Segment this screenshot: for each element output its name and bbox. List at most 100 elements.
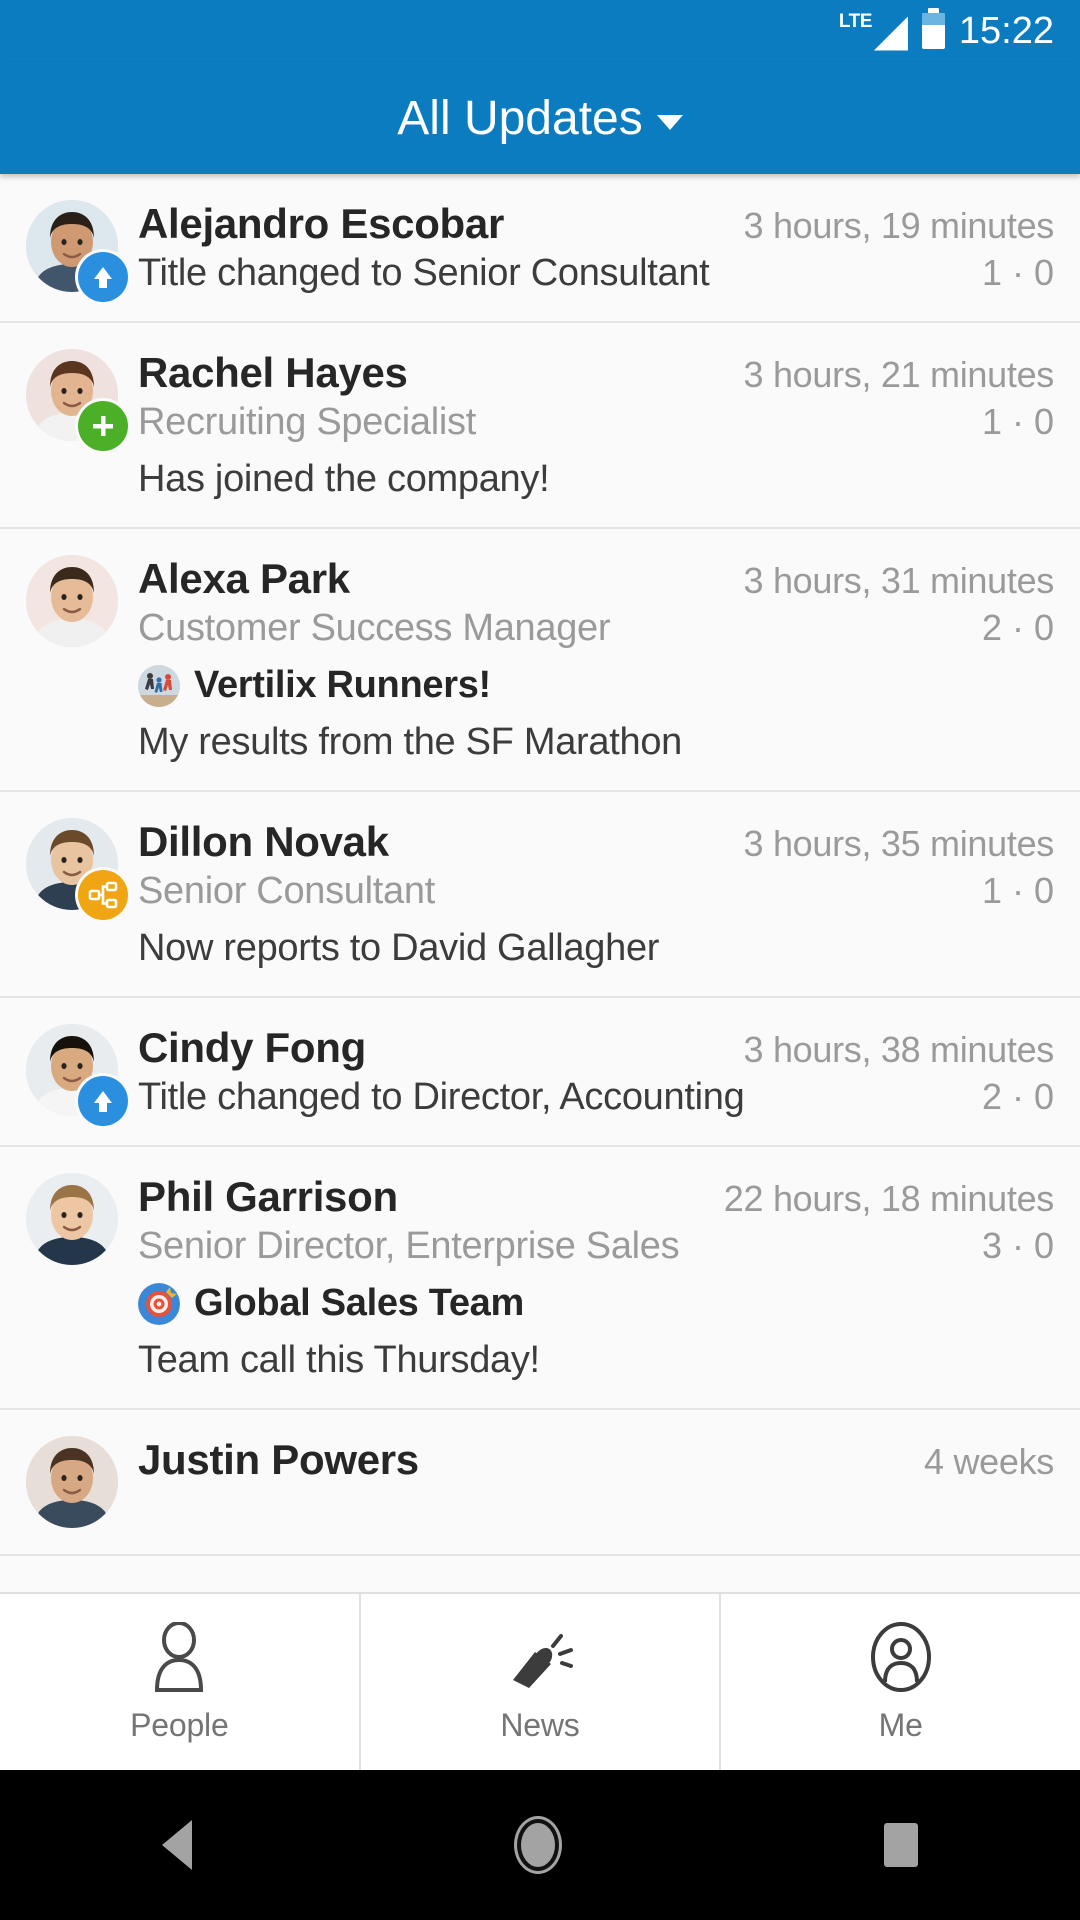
home-circle-icon[interactable] [516,1819,559,1871]
android-system-nav [0,1770,1080,1920]
feed-item[interactable]: Alejandro Escobar 3 hours, 19 minutes Titl… [0,174,1080,323]
group-link[interactable]: Vertilix Runners! [138,664,1054,707]
megaphone-icon [505,1621,575,1693]
lte-label: LTE [838,10,872,32]
target-group-icon [138,1282,180,1325]
feed-item[interactable]: Rachel Hayes 3 hours, 21 minutes Recruitin… [0,323,1080,529]
feed-item-header: Cindy Fong 3 hours, 38 minutes [138,1024,1054,1072]
avatar-wrapper[interactable] [26,349,134,501]
feed-item-subheader: Title changed to Senior Consultant 1 · 0 [138,252,1054,295]
person-name[interactable]: Justin Powers [138,1436,419,1484]
timestamp: 3 hours, 35 minutes [743,823,1055,864]
nav-tab-me[interactable]: Me [721,1594,1080,1770]
feed-item-header: Dillon Novak 3 hours, 35 minutes [138,818,1054,866]
bottom-navigation: People News Me [0,1592,1080,1770]
job-title: Customer Success Manager [138,607,611,649]
feed-item[interactable]: Cindy Fong 3 hours, 38 minutes Title chang… [0,998,1080,1147]
job-title: Senior Consultant [138,870,435,912]
timestamp: 3 hours, 19 minutes [743,205,1055,246]
reaction-counts[interactable]: 1 · 0 [982,252,1054,294]
status-bar: LTE 15:22 [0,0,1080,62]
feed-item-subheader: Recruiting Specialist 1 · 0 [138,401,1054,444]
person-circle-icon [866,1621,936,1693]
status-bar-clock: 15:22 [958,10,1054,52]
feed-item-subheader: Senior Director, Enterprise Sales 3 · 0 [138,1225,1054,1268]
promotion-arrow-badge [78,1076,128,1126]
feed-item[interactable]: Phil Garrison 22 hours, 18 minutes Senior … [0,1147,1080,1410]
group-name[interactable]: Global Sales Team [194,1282,524,1325]
signal-bars-icon [873,16,908,51]
nav-tab-people-label: People [130,1706,229,1743]
avatar[interactable] [26,555,118,647]
group-link[interactable]: Global Sales Team [138,1282,1054,1325]
job-title: Recruiting Specialist [138,401,476,443]
person-name[interactable]: Alexa Park [138,555,350,603]
feed-item-header: Alexa Park 3 hours, 31 minutes [138,555,1054,603]
timestamp: 3 hours, 38 minutes [743,1029,1055,1070]
feed-item[interactable]: Dillon Novak 3 hours, 35 minutes Senior Co… [0,792,1080,998]
nav-tab-people[interactable]: People [0,1594,361,1770]
nav-tab-news-label: News [500,1706,580,1743]
recents-square-icon[interactable] [883,1823,918,1867]
feed-item[interactable]: Justin Powers 4 weeks [0,1410,1080,1556]
feed-item-subheader: Customer Success Manager 2 · 0 [138,607,1054,650]
feed-item-subheader: Title changed to Director, Accounting 2 ·… [138,1076,1054,1119]
promotion-arrow-badge [78,252,128,302]
feed-item-content: Cindy Fong 3 hours, 38 minutes Title chang… [134,1024,1054,1119]
job-title: Senior Director, Enterprise Sales [138,1225,680,1267]
feed-item-content: Justin Powers 4 weeks [134,1436,1054,1528]
reaction-counts[interactable]: 1 · 0 [982,401,1054,443]
avatar-wrapper[interactable] [26,555,134,764]
feed-item-header: Justin Powers 4 weeks [138,1436,1054,1484]
timestamp: 3 hours, 21 minutes [743,354,1055,395]
update-message: Team call this Thursday! [138,1339,540,1381]
org-chart-badge [78,870,128,920]
reaction-counts[interactable]: 1 · 0 [982,870,1054,912]
new-hire-plus-badge [78,401,128,451]
avatar-wrapper[interactable] [26,200,134,302]
reaction-counts[interactable]: 3 · 0 [982,1225,1054,1267]
battery-icon [921,8,945,49]
avatar-wrapper[interactable] [26,1173,134,1382]
update-message: Now reports to David Gallagher [138,927,660,969]
timestamp: 3 hours, 31 minutes [743,560,1055,601]
group-name[interactable]: Vertilix Runners! [194,664,491,707]
feed-item-header: Phil Garrison 22 hours, 18 minutes [138,1173,1054,1221]
feed-item-content: Phil Garrison 22 hours, 18 minutes Senior … [134,1173,1054,1382]
person-outline-icon [147,1621,211,1693]
person-name[interactable]: Phil Garrison [138,1173,398,1221]
feed-item-header: Alejandro Escobar 3 hours, 19 minutes [138,200,1054,248]
feed-item-header: Rachel Hayes 3 hours, 21 minutes [138,349,1054,397]
person-name[interactable]: Dillon Novak [138,818,389,866]
nav-tab-news[interactable]: News [361,1594,722,1770]
avatar[interactable] [26,1173,118,1265]
reaction-counts[interactable]: 2 · 0 [982,1076,1054,1118]
feed-item-content: Alejandro Escobar 3 hours, 19 minutes Titl… [134,200,1054,295]
update-message: Has joined the company! [138,458,550,500]
chevron-down-icon[interactable] [656,114,683,130]
person-name[interactable]: Cindy Fong [138,1024,366,1072]
page-title: All Updates [397,91,643,145]
feed-item[interactable]: Alexa Park 3 hours, 31 minutes Customer Su… [0,529,1080,792]
update-message: My results from the SF Marathon [138,721,682,763]
reaction-counts[interactable]: 2 · 0 [982,607,1054,649]
app-root: LTE 15:22 All Updates Alejandro Escobar 3… [0,0,1080,1920]
update-message: Title changed to Director, Accounting [138,1076,745,1118]
nav-tab-me-label: Me [878,1706,923,1743]
back-triangle-icon[interactable] [162,1820,193,1870]
feed-item-subheader: Senior Consultant 1 · 0 [138,870,1054,913]
timestamp: 4 weeks [924,1441,1054,1482]
runners-group-icon [138,664,180,707]
feed-item-content: Dillon Novak 3 hours, 35 minutes Senior Co… [134,818,1054,970]
person-name[interactable]: Alejandro Escobar [138,200,504,248]
update-message: Title changed to Senior Consultant [138,252,710,294]
feed-item-content: Alexa Park 3 hours, 31 minutes Customer Su… [134,555,1054,764]
avatar-wrapper[interactable] [26,1024,134,1126]
avatar-wrapper[interactable] [26,818,134,970]
app-header: All Updates [0,62,1080,174]
avatar[interactable] [26,1436,118,1528]
updates-filter-dropdown[interactable]: All Updates [397,91,683,146]
person-name[interactable]: Rachel Hayes [138,349,408,397]
avatar-wrapper[interactable] [26,1436,134,1528]
network-indicator: LTE [839,12,908,51]
